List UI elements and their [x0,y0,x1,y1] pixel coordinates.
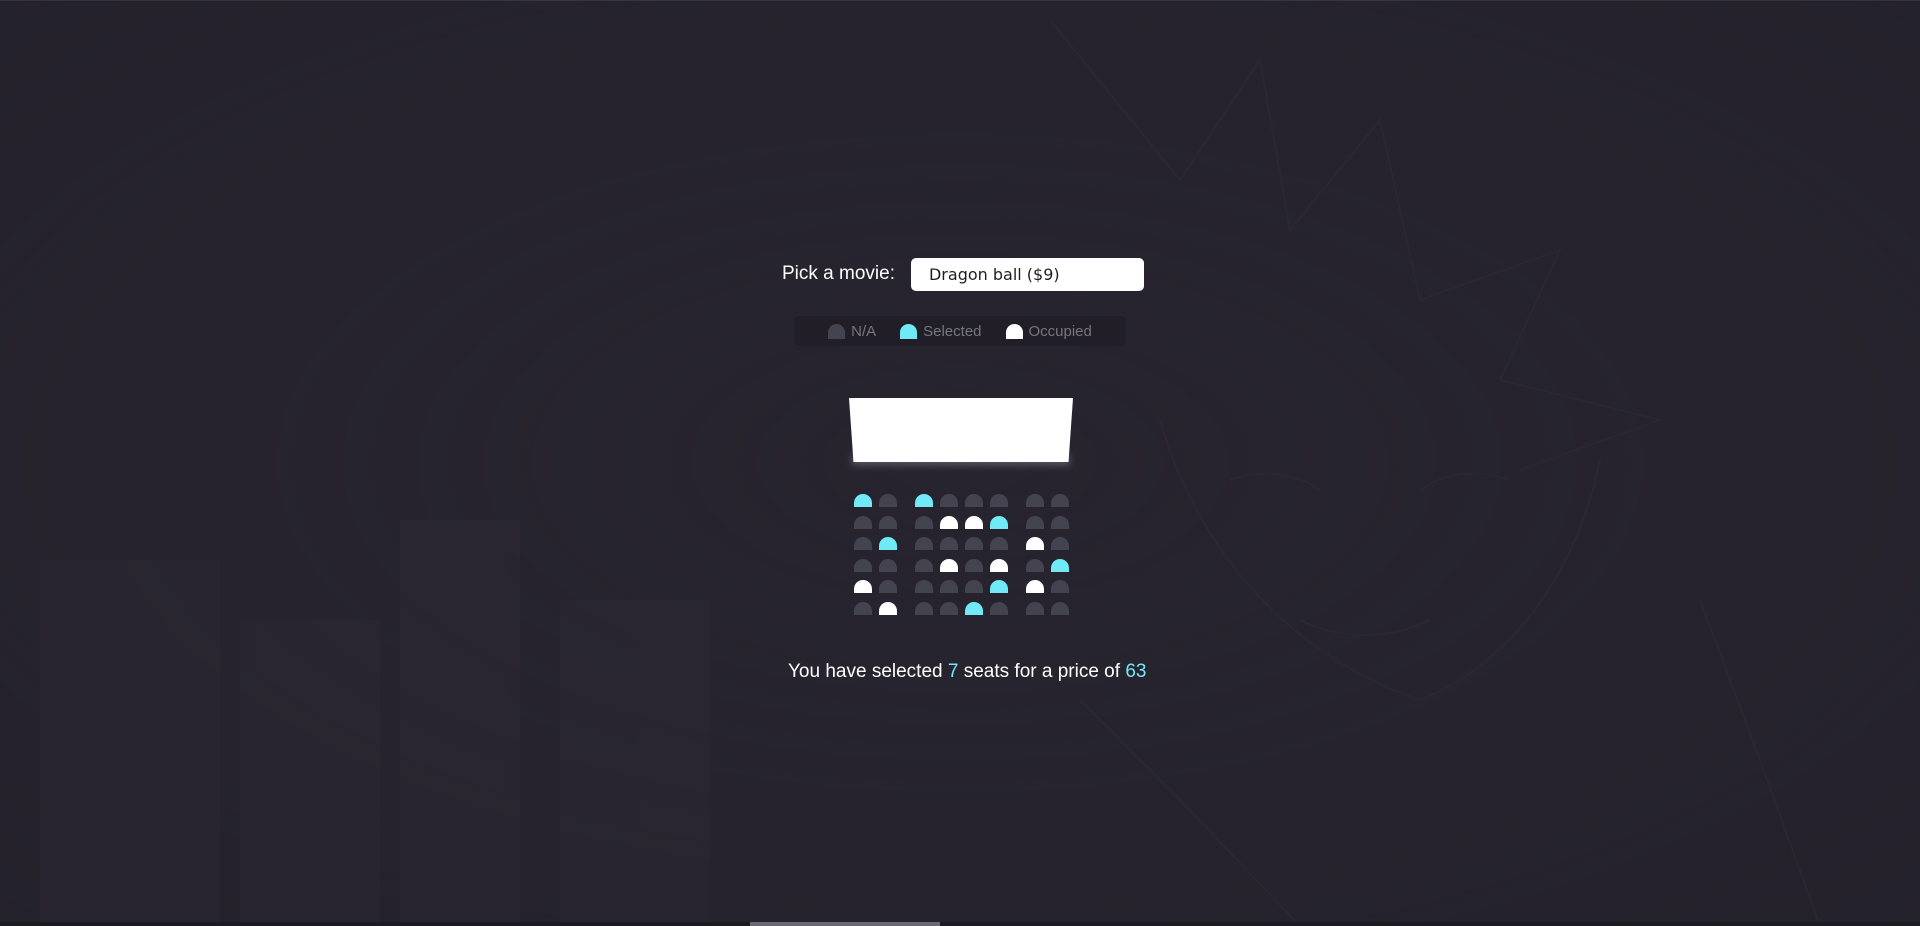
selection-summary: You have selected 7 seats for a price of… [788,661,1146,683]
seat-occupied-icon [1005,323,1023,339]
seat-selected[interactable] [990,515,1008,529]
seat-na[interactable] [990,537,1008,550]
seat-row [854,494,1076,516]
seat-na[interactable] [965,580,983,593]
seat-na[interactable] [854,515,872,529]
legend-item-occupied: Occupied [1005,322,1092,340]
seat-na[interactable] [1051,601,1069,615]
movie-select[interactable]: Dragon ball ($9) [910,257,1144,291]
seat-na[interactable] [990,494,1008,507]
summary-prefix: You have selected [788,661,943,682]
seat-na[interactable] [940,537,958,550]
seat-selected[interactable] [990,580,1008,593]
seat-occupied [879,601,897,615]
seat-row [854,537,1076,559]
movie-label: Pick a movie: [782,263,895,284]
seat-na[interactable] [1051,537,1069,550]
legend-label-occupied: Occupied [1028,322,1092,340]
seat-na[interactable] [1026,558,1044,572]
seat-na[interactable] [915,537,933,550]
seat-occupied [1026,537,1044,550]
cinema-screen [849,398,1073,462]
seat-map [854,494,1076,623]
seat-na[interactable] [965,537,983,550]
seat-occupied [940,558,958,572]
seat-na[interactable] [940,494,958,507]
total-price: 63 [1125,661,1147,682]
seat-na[interactable] [940,601,958,615]
seat-na[interactable] [940,580,958,593]
seat-na[interactable] [854,537,872,550]
seat-legend: N/A Selected Occupied [794,316,1126,346]
seat-na[interactable] [990,601,1008,615]
seat-na[interactable] [1026,601,1044,615]
seat-na-icon [828,323,846,339]
booking-app: Pick a movie: Dragon ball ($9) N/A Selec… [0,0,1920,926]
legend-label-na: N/A [851,322,877,340]
seat-na[interactable] [1026,515,1044,529]
seat-occupied [1026,580,1044,593]
seat-na[interactable] [915,580,933,593]
seat-row [854,580,1076,602]
seat-na[interactable] [879,494,897,507]
seat-occupied [965,515,983,529]
seat-na[interactable] [915,515,933,529]
selected-count: 7 [947,661,959,682]
seat-row [854,558,1076,581]
seat-na[interactable] [879,580,897,593]
movie-select-value: Dragon ball ($9) [928,264,1060,284]
seat-selected-icon [900,323,918,339]
movie-picker: Pick a movie: Dragon ball ($9) [782,257,1144,291]
seat-row [854,601,1076,624]
horizontal-scrollbar[interactable] [0,922,1920,926]
seat-occupied [940,515,958,529]
seat-row [854,515,1076,538]
scrollbar-thumb[interactable] [750,922,940,926]
legend-item-selected: Selected [900,322,982,340]
seat-na[interactable] [915,558,933,572]
seat-selected[interactable] [1051,558,1069,572]
summary-middle: seats for a price of [963,661,1121,682]
seat-na[interactable] [915,601,933,615]
seat-na[interactable] [854,601,872,615]
seat-na[interactable] [965,494,983,507]
legend-label-selected: Selected [923,322,982,340]
seat-selected[interactable] [879,537,897,550]
seat-na[interactable] [879,558,897,572]
seat-occupied [990,558,1008,572]
seat-occupied [854,580,872,593]
seat-na[interactable] [965,558,983,572]
seat-na[interactable] [1051,494,1069,507]
seat-na[interactable] [1051,515,1069,529]
seat-selected[interactable] [854,494,872,507]
seat-na[interactable] [879,515,897,529]
seat-na[interactable] [1051,580,1069,593]
seat-selected[interactable] [965,601,983,615]
seat-selected[interactable] [915,494,933,507]
seat-na[interactable] [854,558,872,572]
legend-item-na: N/A [828,323,876,340]
seat-na[interactable] [1026,494,1044,507]
